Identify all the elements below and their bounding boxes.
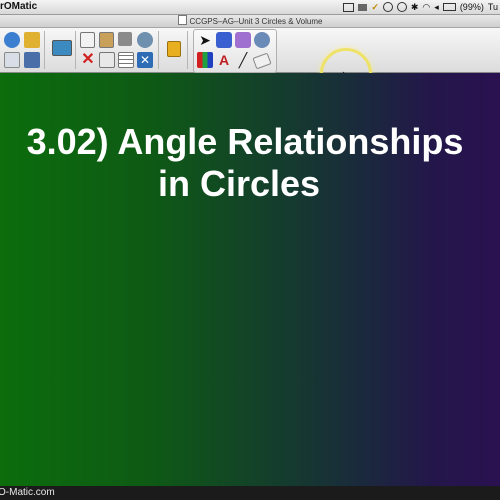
slide-title-line-2: in Circles xyxy=(157,163,321,204)
screen-mirror-icon[interactable] xyxy=(343,2,355,12)
watermark: O-Matic.com xyxy=(0,487,55,498)
line-icon[interactable]: ╱ xyxy=(235,52,251,68)
menu-bar: rOMatic ✓ ✱ ◠ ◂ (99%) Tu xyxy=(0,0,500,15)
battery-icon[interactable] xyxy=(442,3,456,11)
slide-title-line-1: 3.02) Angle Relationships xyxy=(26,121,464,162)
save-icon[interactable] xyxy=(24,52,40,68)
redo-icon[interactable] xyxy=(4,32,20,48)
fill-icon[interactable] xyxy=(216,32,232,48)
wifi-icon[interactable]: ◠ xyxy=(422,0,430,14)
volume-icon[interactable]: ◂ xyxy=(434,0,439,14)
screen-icon[interactable] xyxy=(52,40,72,56)
checkmark-icon[interactable]: ✓ xyxy=(371,0,379,14)
crop-icon[interactable] xyxy=(118,32,132,46)
lock-icon[interactable] xyxy=(167,41,181,57)
new-page-icon[interactable] xyxy=(4,52,20,68)
document-icon xyxy=(177,15,187,25)
close-x-icon[interactable]: ✕ xyxy=(137,52,153,68)
toolbar-separator xyxy=(75,31,76,69)
magic-pen-icon[interactable] xyxy=(254,32,270,48)
screen-shade-icon[interactable] xyxy=(99,52,115,68)
toolbar-separator xyxy=(187,31,188,69)
toolbar: ✕ ✕ ➤ A ╱ xyxy=(0,28,500,100)
clock-text[interactable]: Tu xyxy=(488,0,498,14)
bluetooth-icon[interactable]: ✱ xyxy=(411,0,419,14)
display-icon[interactable] xyxy=(358,3,368,11)
open-folder-icon[interactable] xyxy=(24,32,40,48)
tools-panel: ➤ A ╱ xyxy=(193,29,277,73)
time-machine-icon[interactable] xyxy=(382,2,393,12)
toolbar-separator xyxy=(44,31,45,69)
screen-capture-icon[interactable] xyxy=(137,32,153,48)
delete-icon[interactable]: ✕ xyxy=(80,52,96,68)
copy-icon[interactable] xyxy=(80,32,95,48)
paste-icon[interactable] xyxy=(99,32,114,48)
clock-menu-icon[interactable] xyxy=(396,2,407,12)
footer-bar: O-Matic.com xyxy=(0,486,500,500)
app-menu[interactable]: rOMatic xyxy=(0,0,37,14)
window-title: CCGPS–AG–Unit 3 Circles & Volume xyxy=(189,17,323,26)
select-arrow-icon[interactable]: ➤ xyxy=(197,32,213,48)
eraser-icon[interactable] xyxy=(252,52,272,70)
text-icon[interactable]: A xyxy=(216,52,232,68)
battery-percent: (99%) xyxy=(459,2,484,12)
toolbar-separator xyxy=(158,31,159,69)
highlighter-icon[interactable] xyxy=(235,32,251,48)
status-tray: ✓ ✱ ◠ ◂ (99%) Tu xyxy=(343,0,498,14)
table-icon[interactable] xyxy=(118,52,134,68)
pens-icon[interactable] xyxy=(197,52,213,68)
window-title-bar[interactable]: CCGPS–AG–Unit 3 Circles & Volume xyxy=(0,15,500,28)
